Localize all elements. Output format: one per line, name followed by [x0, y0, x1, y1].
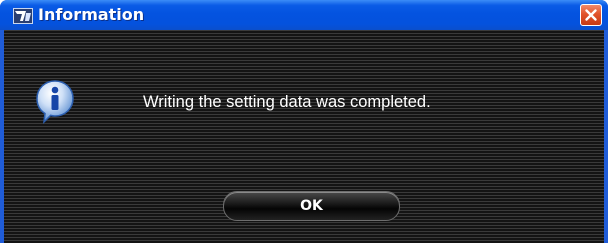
dialog-message: Writing the setting data was completed. — [143, 93, 431, 111]
info-icon — [36, 80, 74, 125]
ok-button[interactable]: OK — [223, 191, 400, 221]
app-logo-icon — [13, 8, 33, 24]
window-title: Information — [38, 5, 145, 24]
dialog-body: Writing the setting data was completed. … — [4, 30, 604, 243]
title-bar[interactable]: Information — [0, 0, 608, 30]
close-icon — [585, 9, 597, 21]
close-button[interactable] — [580, 4, 602, 26]
info-dialog-window: Information Writing the setting data was… — [0, 0, 608, 243]
